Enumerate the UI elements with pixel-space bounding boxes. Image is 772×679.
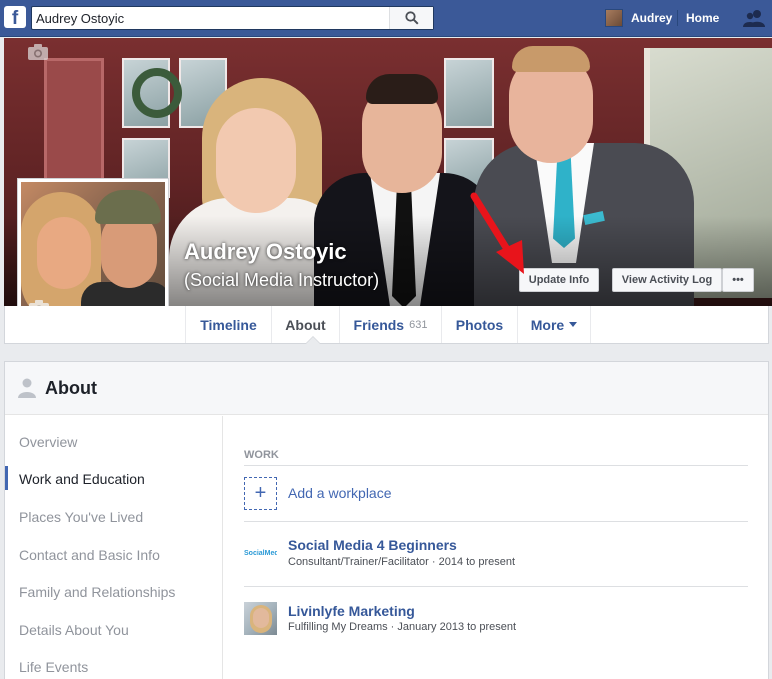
- cover-groom-hair: [512, 46, 590, 72]
- pp-woman-face: [37, 217, 91, 289]
- sidebar-item-family-relationships[interactable]: Family and Relationships: [19, 584, 175, 600]
- section-divider: [244, 465, 748, 466]
- cover-bride-face: [216, 108, 296, 213]
- add-workplace-link[interactable]: Add a workplace: [288, 485, 392, 501]
- tab-timeline[interactable]: Timeline: [185, 306, 271, 343]
- about-title: About: [45, 378, 97, 398]
- user-name-link[interactable]: Audrey: [631, 11, 672, 25]
- sidebar-item-life-events[interactable]: Life Events: [19, 659, 88, 675]
- work-title-social-media-4-beginners[interactable]: Social Media 4 Beginners: [288, 537, 457, 553]
- tab-friends[interactable]: Friends 631: [339, 306, 441, 343]
- liv-logo-face: [253, 608, 269, 628]
- update-info-button[interactable]: Update Info: [519, 268, 599, 292]
- friend-requests-icon[interactable]: [743, 9, 765, 27]
- person-icon: [18, 378, 36, 398]
- sidebar-item-contact-info[interactable]: Contact and Basic Info: [19, 547, 160, 563]
- sidebar-item-work-and-education[interactable]: Work and Education: [19, 471, 145, 487]
- work-subtitle: Fulfilling My Dreams · January 2013 to p…: [288, 621, 517, 633]
- row-divider: [244, 586, 748, 587]
- search-input[interactable]: [36, 9, 396, 27]
- sidebar-item-details-about-you[interactable]: Details About You: [19, 622, 129, 638]
- about-sidebar: Overview Work and Education Places You'v…: [5, 416, 223, 679]
- profile-name[interactable]: Audrey Ostoyic: [184, 239, 347, 265]
- cover-man-hair: [366, 74, 438, 104]
- sidebar-item-places-lived[interactable]: Places You've Lived: [19, 509, 143, 525]
- add-workplace-icon[interactable]: +: [244, 477, 277, 510]
- camera-icon[interactable]: [28, 44, 48, 60]
- tab-more[interactable]: More: [517, 306, 591, 343]
- topbar-divider: [677, 10, 678, 26]
- work-title-livinlyfe-marketing[interactable]: Livinlyfe Marketing: [288, 603, 415, 619]
- red-arrow-icon: [470, 192, 524, 274]
- profile-navigation: Timeline About Friends 631 Photos More: [4, 306, 769, 344]
- about-header: About: [5, 362, 768, 415]
- work-subtitle: Consultant/Trainer/Facilitator · 2014 to…: [288, 556, 516, 568]
- view-activity-log-button[interactable]: View Activity Log: [612, 268, 722, 292]
- cover-window-pane: [444, 58, 494, 128]
- user-avatar[interactable]: [605, 9, 623, 27]
- sidebar-active-indicator: [5, 466, 8, 490]
- tab-friends-label: Friends: [353, 316, 405, 333]
- search-icon: [404, 11, 419, 25]
- more-options-button[interactable]: •••: [722, 268, 754, 292]
- facebook-logo-icon[interactable]: f: [4, 6, 26, 28]
- tab-photos[interactable]: Photos: [441, 306, 517, 343]
- friends-count: 631: [409, 318, 428, 331]
- cover-wreath: [132, 68, 182, 118]
- sidebar-item-overview[interactable]: Overview: [19, 434, 77, 450]
- top-navigation-bar: f Audrey Home: [0, 0, 772, 37]
- active-tab-caret: [305, 336, 321, 344]
- pp-man-cap: [95, 190, 161, 224]
- section-label-work: WORK: [244, 449, 279, 461]
- social-media-4-beginners-logo[interactable]: SocialMedia4Beginners: [244, 537, 277, 570]
- about-panel: About Overview Work and Education Places…: [4, 361, 769, 679]
- livinlyfe-marketing-logo[interactable]: [244, 602, 277, 635]
- profile-picture-image: [21, 182, 165, 326]
- chevron-down-icon: [569, 322, 578, 327]
- home-link[interactable]: Home: [686, 11, 719, 25]
- search-bar: [31, 6, 434, 30]
- search-button[interactable]: [389, 7, 433, 29]
- profile-subtitle: (Social Media Instructor): [184, 270, 380, 290]
- tab-more-label: More: [530, 316, 565, 333]
- row-divider: [244, 521, 748, 522]
